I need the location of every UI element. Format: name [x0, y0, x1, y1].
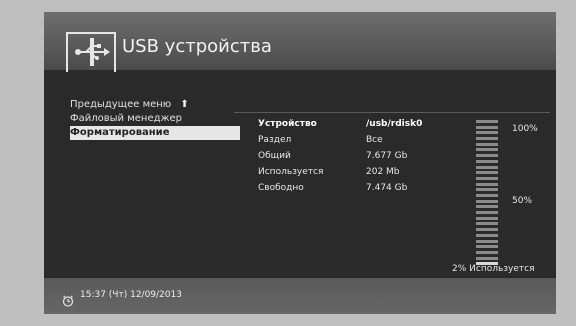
meter-segment — [476, 176, 498, 180]
usage-meter — [476, 120, 498, 268]
info-row-free: Свободно 7.474 Gb — [258, 180, 448, 196]
meter-segment — [476, 171, 498, 175]
meter-segment — [476, 205, 498, 209]
menu-item-file-manager[interactable]: Файловый менеджер — [70, 112, 240, 126]
meter-segment — [476, 137, 498, 141]
menu-item-label: Файловый менеджер — [70, 113, 183, 124]
meter-segment — [476, 245, 498, 249]
divider — [234, 112, 550, 113]
info-value: Все — [366, 135, 383, 145]
meter-segment — [476, 165, 498, 169]
usb-devices-screen: USB устройства Предыдущее меню ⬆ Файловы… — [44, 12, 556, 314]
menu-item-previous-menu[interactable]: Предыдущее меню ⬆ — [70, 98, 240, 112]
info-row-total: Общий 7.677 Gb — [258, 148, 448, 164]
meter-segment — [476, 211, 498, 215]
info-value: /usb/rdisk0 — [366, 119, 423, 129]
meter-segment — [476, 142, 498, 146]
info-value: 202 Mb — [366, 167, 400, 177]
meter-segment — [476, 182, 498, 186]
usb-icon — [66, 32, 116, 72]
clock-icon — [62, 292, 74, 307]
meter-segment — [476, 228, 498, 232]
menu-item-label: Форматирование — [70, 127, 170, 138]
side-menu: Предыдущее меню ⬆ Файловый менеджер Форм… — [70, 98, 240, 140]
device-info-table: Устройство /usb/rdisk0 Раздел Все Общий … — [258, 116, 448, 196]
info-value: 7.677 Gb — [366, 151, 408, 161]
meter-segment — [476, 216, 498, 220]
meter-label-100: 100% — [512, 124, 538, 134]
info-key: Раздел — [258, 135, 292, 145]
meter-segment — [476, 154, 498, 158]
info-key: Устройство — [258, 119, 317, 129]
meter-segment — [476, 222, 498, 226]
meter-segment — [476, 159, 498, 163]
meter-segment — [476, 188, 498, 192]
info-key: Используется — [258, 167, 324, 177]
info-row-device: Устройство /usb/rdisk0 — [258, 116, 448, 132]
menu-item-format[interactable]: Форматирование — [70, 126, 240, 140]
arrow-up-icon: ⬆ — [180, 99, 189, 110]
info-value: 7.474 Gb — [366, 183, 408, 193]
meter-segment — [476, 256, 498, 260]
meter-label-50: 50% — [512, 196, 533, 206]
info-row-used: Используется 202 Mb — [258, 164, 448, 180]
meter-segment — [476, 233, 498, 237]
info-row-partition: Раздел Все — [258, 132, 448, 148]
meter-segment — [476, 125, 498, 129]
header-bar: USB устройства — [44, 12, 556, 72]
footer-bar: 15:37 (Чт) 12/09/2013 — [44, 278, 556, 314]
meter-segment — [476, 120, 498, 123]
page-title: USB устройства — [122, 36, 272, 57]
meter-segment — [476, 194, 498, 197]
meter-segment — [476, 250, 498, 254]
meter-segment — [476, 199, 498, 203]
usage-percent-label: 2% Используется — [452, 264, 535, 274]
tv-screen: USB устройства Предыдущее меню ⬆ Файловы… — [0, 0, 576, 326]
datetime: 15:37 (Чт) 12/09/2013 — [80, 290, 182, 300]
meter-segment — [476, 239, 498, 243]
meter-segment — [476, 148, 498, 152]
info-key: Свободно — [258, 183, 304, 193]
menu-item-label: Предыдущее меню — [70, 99, 172, 110]
meter-segment — [476, 131, 498, 135]
info-key: Общий — [258, 151, 291, 161]
